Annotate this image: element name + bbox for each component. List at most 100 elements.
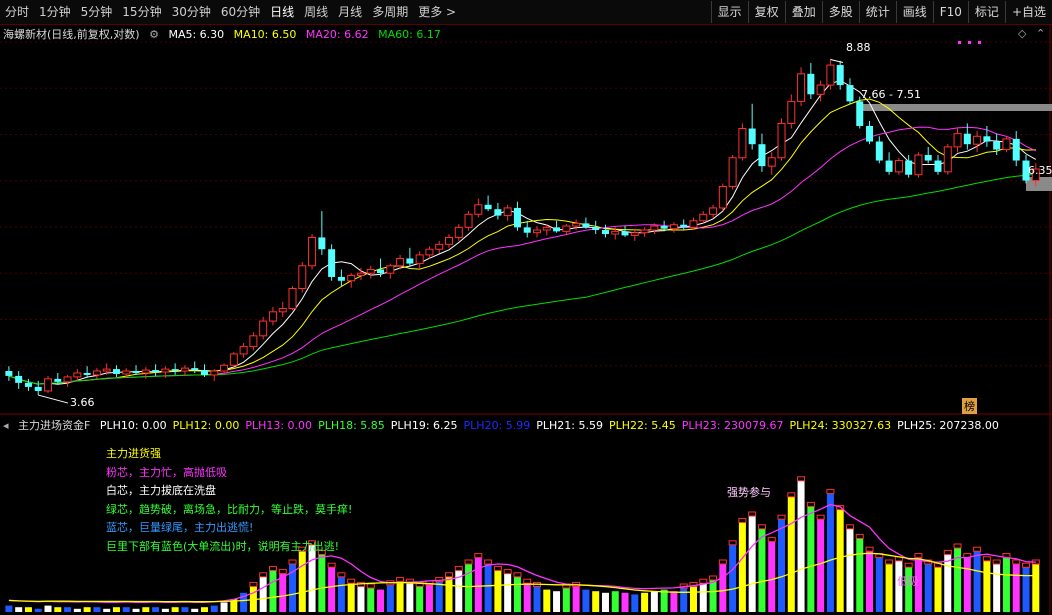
volume-cap [797,476,806,482]
volume-cap [816,514,825,520]
volume-bar [523,583,531,612]
ma5-line [8,79,1037,385]
volume-cap [806,501,815,507]
collapse-icon[interactable]: ◂ [3,419,9,432]
candle-body [728,157,737,187]
candle-body [44,378,53,392]
volume-bar [337,576,345,612]
volume-bar [787,496,795,612]
candle-body [866,125,874,142]
candle-body [308,236,317,267]
volume-bar [1012,564,1020,612]
volume-cap [493,565,502,571]
candle-body [239,346,248,355]
volume-bar [181,607,189,612]
candle-body [435,243,444,250]
volume-bar [406,583,414,612]
volume-cap [249,581,258,587]
candle-body [278,308,287,313]
volume-bar [1022,567,1030,612]
volume-bar [494,570,502,612]
dot-marker [978,41,981,44]
diamond-icon[interactable]: ◇ [1018,27,1026,40]
volume-cap [288,559,297,565]
candle-body [34,386,42,391]
low-price-label: 3.66 [70,396,95,409]
volume-bar [543,589,551,612]
volume-bar [1032,564,1040,612]
volume-bar [122,607,130,612]
volume-bar [513,576,521,612]
volume-bar [5,605,13,612]
candle-body [328,249,336,277]
more-icon[interactable]: ⌃ [1036,27,1045,40]
candle-body [200,370,208,375]
candle-body [592,227,600,231]
candle-body [836,65,844,86]
volume-bar [885,564,893,612]
candle-body [444,236,453,245]
volume-bar [24,607,32,612]
volume-cap [1022,562,1031,568]
volume-cap [454,565,463,571]
candle-body [63,376,72,383]
volume-cap [904,562,913,568]
volume-bar [318,554,326,612]
candle-body [425,248,434,256]
candle-body [914,154,923,176]
volume-bar [328,567,336,612]
volume-cap [787,492,796,498]
volume-bar [797,480,805,612]
indicator-value-6: PLH21: 5.59 [536,419,603,432]
indicator-value-9: PLH24: 330327.63 [789,419,892,432]
candle-body [601,230,609,235]
volume-bar [875,557,883,612]
candle-body [210,370,219,376]
volume-bar [826,493,834,612]
volume-cap [845,524,854,530]
candle-body [288,287,297,310]
candle-body [513,207,521,228]
volume-bar [856,538,864,612]
volume-bar [963,557,971,612]
candle-body [905,160,913,175]
volume-bar [944,554,952,612]
indicator-value-7: PLH22: 5.45 [609,419,676,432]
volume-bar [670,591,678,612]
note-line-5: 巨里下部有蓝色(大单流出)时，说明有主力出逃! [106,539,339,553]
candle-body [542,226,551,231]
volume-bar [817,519,825,612]
volume-bar [445,576,453,612]
volume-bar [592,591,600,612]
indicator-name[interactable]: 主力进场资金F [18,419,90,432]
candle-body [356,272,365,276]
candle-body [875,141,883,161]
volume-bar [83,607,91,612]
volume-cap [914,553,923,559]
volume-cap [748,511,757,517]
candle-body [777,122,786,159]
candle-body [611,230,620,235]
volume-bar [357,586,365,612]
candle-body [826,64,835,86]
candle-body [669,224,678,230]
volume-cap [855,533,864,539]
volume-cap [337,572,346,578]
candle-body [141,369,150,374]
note-line-1: 粉芯，主力忙，高抛低吸 [106,465,227,479]
volume-cap [268,565,277,571]
volume-bar [259,576,267,612]
volume-cap [709,575,718,581]
volume-bar [200,607,208,612]
volume-cap [973,546,982,552]
volume-bar [152,607,160,612]
volume-bar [386,584,394,612]
candle-body [15,375,23,383]
candle-body [856,101,864,126]
candle-body [377,269,385,274]
rank-badge[interactable]: 榜 [962,398,977,414]
candle-body [934,160,942,172]
candle-body [562,225,571,232]
candle-body [454,226,463,238]
volume-bar [484,564,492,612]
